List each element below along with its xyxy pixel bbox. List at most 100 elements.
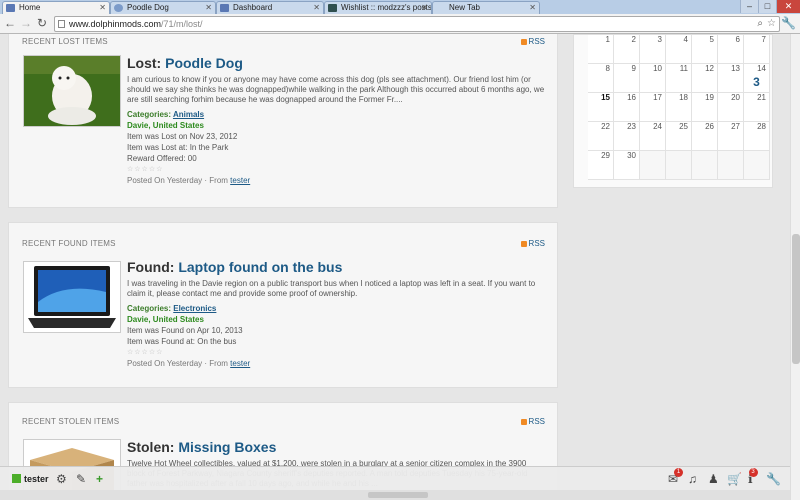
item-description: I was traveling in the Davie region on a… [127,279,536,298]
site-favicon-icon [328,4,337,12]
author-link[interactable]: tester [230,176,250,185]
tab-home[interactable]: Home ✕ [2,1,110,14]
close-window-button[interactable]: ✕ [776,0,800,13]
calendar-day[interactable]: 29 [588,151,614,180]
poodle-image [24,56,120,126]
calendar-day[interactable]: 17 [640,93,666,122]
rating-stars[interactable]: ☆☆☆☆☆ [127,164,547,175]
tab-new-tab[interactable]: New Tab ✕ [432,1,540,14]
category-line: Categories: Animals [127,110,205,119]
back-button[interactable]: ← [3,16,17,30]
horizontal-scrollbar[interactable] [0,490,790,500]
calendar-day[interactable]: 24 [640,122,666,151]
calendar-day[interactable]: 30 [614,151,640,180]
rss-link[interactable]: RSS [520,37,545,46]
category-link[interactable]: Animals [173,110,204,119]
calendar-day[interactable]: 18 [666,93,692,122]
category-link[interactable]: Electronics [173,304,216,313]
author-link[interactable]: tester [230,359,250,368]
calendar-day[interactable]: 27 [718,122,744,151]
tab-dashboard[interactable]: Dashboard ✕ [216,1,324,14]
user-icon[interactable]: ♟ [708,472,719,486]
avatar [12,474,21,483]
tab-label: Wishlist :: modzzz's posts [341,3,432,12]
tab-close-icon[interactable]: ✕ [313,2,320,14]
item-thumbnail[interactable] [23,55,121,127]
tab-label: New Tab [449,3,480,12]
calendar-day[interactable]: 22 [588,122,614,151]
tab-close-icon[interactable]: ✕ [529,2,536,14]
calendar-day[interactable]: 5 [692,35,718,64]
calendar-day[interactable]: 26 [692,122,718,151]
user-menu[interactable]: tester [12,472,49,486]
twitter-icon[interactable]: ♫ [688,472,697,486]
add-icon[interactable]: + [96,472,103,486]
calendar-day[interactable]: 16 [614,93,640,122]
mail-icon[interactable]: ✉ 1 [668,468,684,486]
edit-icon[interactable]: ✎ [76,472,86,486]
vertical-scrollbar[interactable] [790,34,800,500]
calendar-empty-cell [640,151,666,180]
bookmark-star-icon[interactable]: ☆ [767,17,776,31]
wrench-icon[interactable]: 🔧 [766,472,781,486]
posted-line: Posted On Yesterday · From tester [127,176,251,185]
rss-icon [520,418,527,425]
calendar-day[interactable]: 19 [692,93,718,122]
section-title: RECENT LOST ITEMS [22,37,108,46]
calendar-day[interactable]: 9 [614,64,640,93]
calendar-day[interactable]: 28 [744,122,770,151]
item-heading: Found: Laptop found on the bus [127,259,343,275]
browser-toolbar: ← → ↻ www.dolphinmods.com/71/m/lost/ ⌕ ☆… [0,14,800,34]
address-bar[interactable]: www.dolphinmods.com/71/m/lost/ ⌕ ☆ [54,16,780,32]
calendar-day[interactable]: 20 [718,93,744,122]
info-icon[interactable]: ℹ3 [748,468,758,486]
rating-stars[interactable]: ☆☆☆☆☆ [127,347,547,358]
calendar-day[interactable]: 25 [666,122,692,151]
calendar-day[interactable]: 11 [666,64,692,93]
item-title-link[interactable]: Missing Boxes [178,439,276,455]
calendar-day[interactable]: 2 [614,35,640,64]
hscroll-thumb[interactable] [368,492,428,498]
tab-close-icon[interactable]: ✕ [99,2,106,14]
rss-link[interactable]: RSS [520,417,545,426]
calendar-day[interactable]: 1 [588,35,614,64]
scroll-thumb[interactable] [792,234,800,364]
rss-link[interactable]: RSS [520,239,545,248]
reload-button[interactable]: ↻ [35,16,49,30]
wrench-menu-icon[interactable]: 🔧 [781,16,796,30]
found-items-box: RECENT FOUND ITEMS RSS Found: Laptop fou… [8,222,558,388]
location-link[interactable]: Davie, United States [127,120,547,131]
calendar-day[interactable]: 15 [588,93,614,122]
gear-icon[interactable]: ⚙ [56,472,67,486]
calendar-day[interactable]: 21 [744,93,770,122]
calendar-day[interactable]: 14 3 [744,64,770,93]
calendar-day[interactable]: 10 [640,64,666,93]
rss-icon [520,38,527,45]
zoom-icon[interactable]: ⌕ [757,17,763,31]
calendar-empty-cell [744,151,770,180]
calendar-day[interactable]: 3 [640,35,666,64]
tab-close-icon[interactable]: ✕ [205,2,212,14]
item-thumbnail[interactable] [23,261,121,333]
maximize-button[interactable]: □ [758,0,776,13]
calendar-day[interactable]: 7 [744,35,770,64]
tab-wishlist[interactable]: Wishlist :: modzzz's posts ✕ [324,1,432,14]
url-path: /71/m/lost/ [161,19,203,29]
tab-poodle-dog[interactable]: Poodle Dog ✕ [110,1,216,14]
calendar-day[interactable]: 8 [588,64,614,93]
info-badge: 3 [748,468,758,477]
calendar-day[interactable]: 6 [718,35,744,64]
cart-icon[interactable]: 🛒 [727,472,742,486]
calendar-day[interactable]: 13 [718,64,744,93]
calendar-day[interactable]: 23 [614,122,640,151]
event-count[interactable]: 3 [744,75,769,89]
forward-button[interactable]: → [19,16,33,30]
calendar-day[interactable]: 4 [666,35,692,64]
calendar-day[interactable]: 12 [692,64,718,93]
item-title-link[interactable]: Poodle Dog [165,55,243,71]
minimize-button[interactable]: – [740,0,758,13]
location-link[interactable]: Davie, United States [127,314,547,325]
item-title-link[interactable]: Laptop found on the bus [178,259,342,275]
lost-place: Item was Lost at: In the Park [127,143,229,152]
tab-close-icon[interactable]: ✕ [421,2,428,14]
